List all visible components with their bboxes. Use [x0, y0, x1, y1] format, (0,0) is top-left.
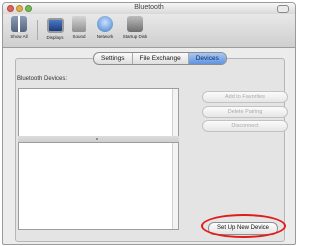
tab-bar: Settings File Exchange Devices [93, 52, 227, 65]
window-title: Bluetooth [134, 4, 164, 11]
bluetooth-devices-label: Bluetooth Devices: [17, 76, 68, 82]
toolbar-label: Show All [10, 34, 28, 39]
toolbar-item-show-all[interactable]: Show All [5, 16, 33, 39]
toolbar: Show All Displays Sound Network Startup … [3, 14, 295, 48]
details-pane-scrollbar[interactable] [172, 143, 178, 229]
delete-pairing-button[interactable]: Delete Pairing [202, 106, 288, 118]
tab-file-exchange[interactable]: File Exchange [133, 53, 189, 64]
show-all-icon [11, 16, 27, 32]
startup-disk-icon [127, 16, 143, 32]
devices-list[interactable] [18, 88, 179, 138]
toolbar-item-sound[interactable]: Sound [65, 16, 93, 39]
toolbar-label: Startup Disk [122, 34, 148, 39]
toolbar-toggle-button[interactable] [277, 5, 289, 13]
tab-settings[interactable]: Settings [94, 53, 133, 64]
device-details-pane[interactable] [18, 142, 179, 230]
add-to-favorites-button[interactable]: Add to Favorites [202, 91, 288, 103]
toolbar-item-network[interactable]: Network [91, 16, 119, 39]
devices-list-scrollbar[interactable] [172, 89, 178, 137]
toolbar-label: Sound [72, 34, 86, 39]
sound-icon [72, 16, 86, 32]
tab-devices[interactable]: Devices [188, 53, 226, 64]
highlight-annotation-ring [201, 214, 286, 238]
preferences-window: Bluetooth Show All Displays Sound Networ… [2, 2, 296, 245]
displays-icon [46, 18, 64, 33]
title-bar: Bluetooth [3, 3, 295, 14]
divider-handle-icon [96, 138, 98, 140]
toolbar-separator [37, 20, 38, 40]
disconnect-button[interactable]: Disconnect [202, 120, 288, 132]
toolbar-label: Network [96, 34, 114, 39]
network-icon [97, 16, 113, 32]
toolbar-item-startup-disk[interactable]: Startup Disk [121, 16, 149, 39]
